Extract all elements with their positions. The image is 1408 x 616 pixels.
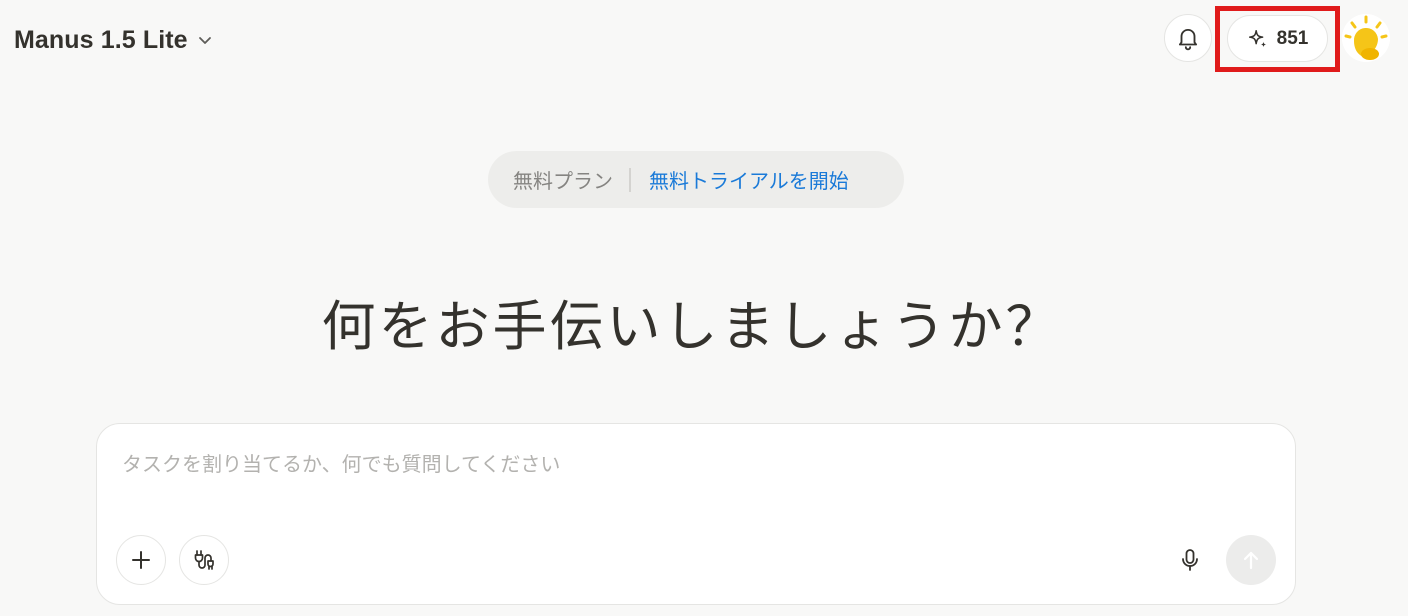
add-button[interactable]: [116, 535, 166, 585]
bell-icon: [1175, 25, 1201, 51]
send-button[interactable]: [1226, 535, 1276, 585]
sparkle-icon: [1247, 28, 1269, 50]
plan-label: 無料プラン: [513, 169, 613, 193]
task-composer: タスクを割り当てるか、何でも質問してください: [96, 423, 1296, 605]
task-input[interactable]: タスクを割り当てるか、何でも質問してください: [122, 448, 1222, 477]
plug-icon: [192, 548, 216, 572]
model-selector[interactable]: Manus 1.5 Lite: [14, 22, 214, 58]
connectors-button[interactable]: [179, 535, 229, 585]
start-trial-link[interactable]: 無料トライアルを開始: [649, 165, 849, 194]
credits-value: 851: [1276, 27, 1309, 49]
plus-icon: [130, 549, 152, 571]
credits-button[interactable]: 851: [1227, 15, 1328, 62]
arrow-up-icon: [1240, 549, 1262, 571]
microphone-button[interactable]: [1170, 536, 1210, 584]
model-name: Manus 1.5 Lite: [14, 25, 188, 54]
plan-banner: 無料プラン 無料トライアルを開始: [488, 151, 904, 208]
avatar[interactable]: [1342, 14, 1390, 62]
plan-divider: [629, 167, 631, 192]
chevron-down-icon: [196, 31, 214, 49]
greeting-heading: 何をお手伝いしましょうか？: [321, 295, 1063, 358]
sun-avatar-icon: [1342, 14, 1390, 62]
microphone-icon: [1179, 547, 1201, 573]
notifications-button[interactable]: [1164, 14, 1212, 62]
